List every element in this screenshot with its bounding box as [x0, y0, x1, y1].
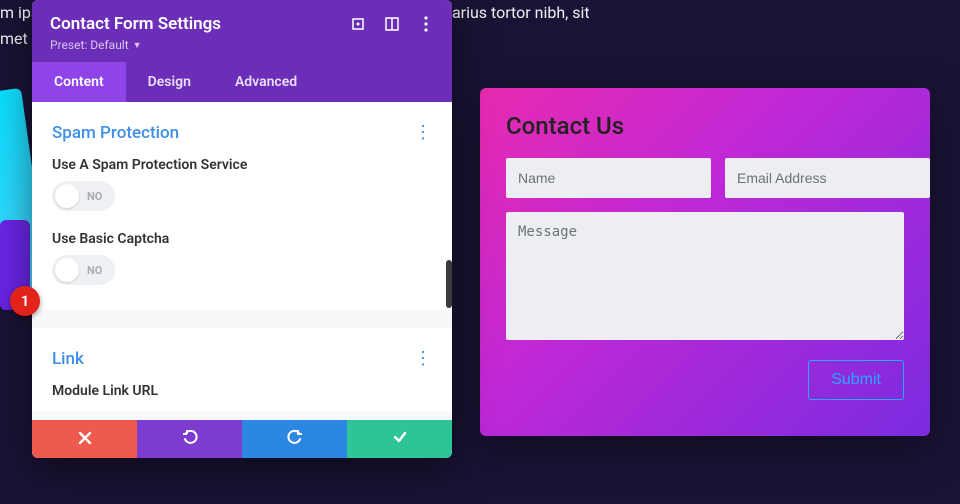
toggle-knob	[55, 184, 79, 208]
section-title: Spam Protection	[52, 123, 179, 143]
section-spam-protection: Spam Protection ⋮ Use A Spam Protection …	[32, 102, 452, 310]
step-badge: 1	[10, 286, 40, 316]
panel-layout-icon[interactable]	[384, 16, 400, 32]
caret-down-icon: ▼	[133, 40, 142, 51]
scrollbar-thumb[interactable]	[446, 260, 452, 308]
toggle-basic-captcha[interactable]: NO	[52, 255, 115, 285]
cancel-button[interactable]	[32, 420, 137, 458]
name-field[interactable]	[506, 158, 711, 198]
toggle-state: NO	[79, 190, 112, 203]
save-button[interactable]	[347, 420, 452, 458]
toggle-spam-service[interactable]: NO	[52, 181, 115, 211]
preset-selector[interactable]: Preset: Default ▼	[50, 38, 434, 52]
undo-icon	[182, 429, 198, 449]
undo-button[interactable]	[137, 420, 242, 458]
tab-design[interactable]: Design	[126, 62, 213, 102]
email-field[interactable]	[725, 158, 930, 198]
check-icon	[392, 429, 408, 449]
tab-bar: Content Design Advanced	[32, 62, 452, 102]
panel-title: Contact Form Settings	[50, 14, 221, 34]
preset-label: Preset: Default	[50, 38, 129, 52]
contact-form-preview: Contact Us Submit	[480, 88, 930, 436]
redo-icon	[287, 429, 303, 449]
toggle-state: NO	[79, 264, 112, 277]
option-label-basic-captcha: Use Basic Captcha	[52, 231, 432, 247]
settings-panel: Contact Form Settings Preset: Default ▼ …	[32, 0, 452, 458]
section-more-icon[interactable]: ⋮	[414, 122, 432, 143]
message-field[interactable]	[506, 212, 904, 340]
close-icon	[78, 430, 92, 449]
section-title: Link	[52, 349, 84, 369]
panel-footer	[32, 420, 452, 458]
panel-header: Contact Form Settings Preset: Default ▼	[32, 0, 452, 62]
more-icon[interactable]	[418, 16, 434, 32]
panel-body: Spam Protection ⋮ Use A Spam Protection …	[32, 102, 452, 420]
submit-button[interactable]: Submit	[808, 360, 904, 400]
option-label-spam-service: Use A Spam Protection Service	[52, 157, 432, 173]
toggle-knob	[55, 258, 79, 282]
redo-button[interactable]	[242, 420, 347, 458]
tab-advanced[interactable]: Advanced	[213, 62, 319, 102]
preview-heading: Contact Us	[506, 112, 904, 140]
section-more-icon[interactable]: ⋮	[414, 348, 432, 369]
expand-icon[interactable]	[350, 16, 366, 32]
option-label-module-link: Module Link URL	[52, 383, 432, 399]
section-link: Link ⋮ Module Link URL	[32, 328, 452, 411]
tab-content[interactable]: Content	[32, 62, 126, 102]
